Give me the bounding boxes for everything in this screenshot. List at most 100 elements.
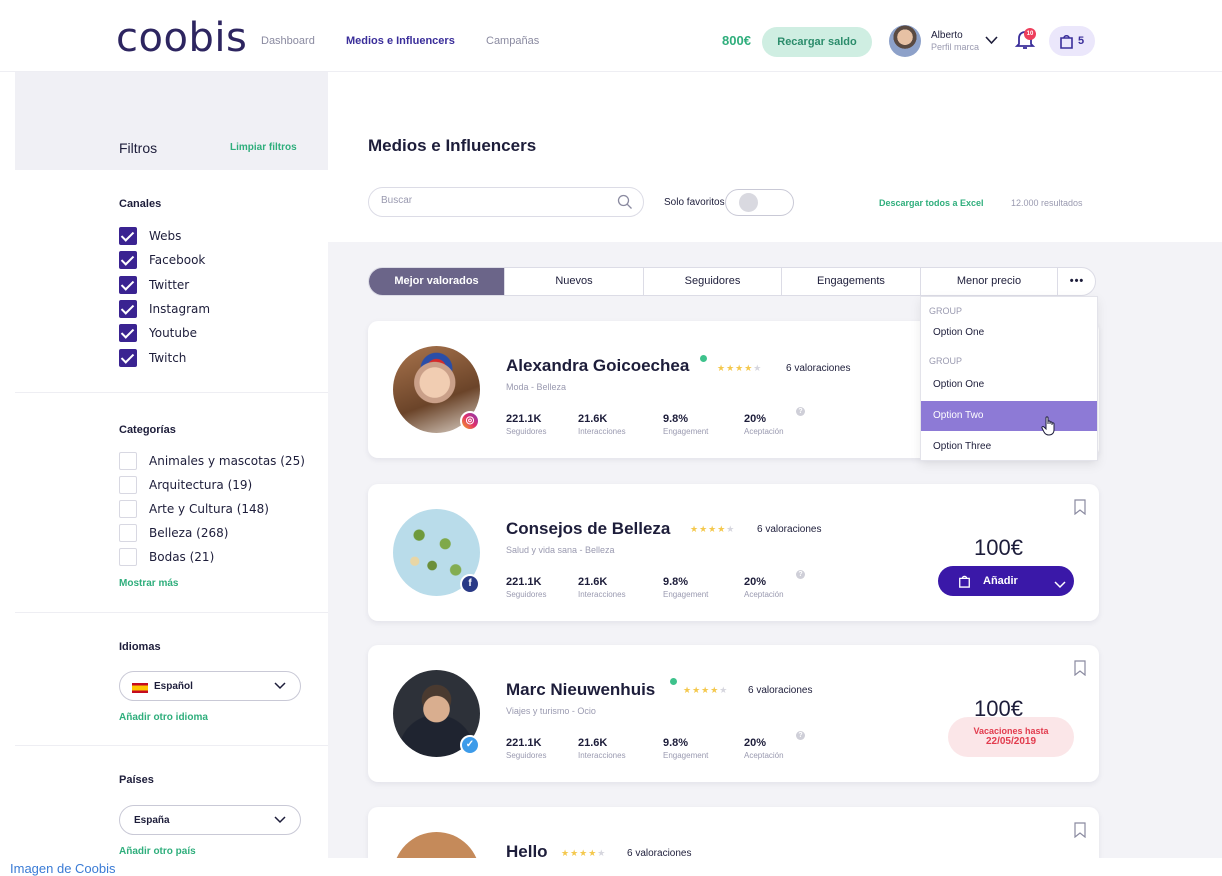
nav-medios-influencers[interactable]: Medios e Influencers [346, 35, 455, 47]
rating-stars: ★★★★★ [690, 524, 736, 534]
top-navigation-bar: coobis Dashboard Medios e Influencers Ca… [0, 0, 1222, 72]
influencer-category: Salud y vida sana - Belleza [506, 545, 615, 555]
toggle-knob [739, 193, 758, 212]
clear-filters-link[interactable]: Limpiar filtros [230, 142, 297, 153]
dropdown-option-highlighted[interactable]: Option Two [921, 401, 1097, 431]
country-select[interactable]: España [119, 805, 301, 835]
influencer-name[interactable]: Consejos de Belleza [506, 519, 670, 539]
add-country-link[interactable]: Añadir otro país [119, 846, 196, 857]
channel-label: Youtube [149, 326, 197, 340]
stat-value: 20% [744, 576, 767, 588]
bookmark-icon[interactable] [1074, 822, 1086, 843]
search-field[interactable] [368, 187, 644, 217]
tab-mejor-valorados[interactable]: Mejor valorados [369, 268, 505, 295]
favorites-toggle[interactable] [725, 189, 794, 216]
chevron-down-icon[interactable] [985, 32, 998, 48]
instagram-icon: ◎ [460, 411, 480, 431]
verified-badge-icon [669, 677, 678, 686]
checkbox-twitter[interactable] [119, 276, 137, 294]
influencer-name[interactable]: Alexandra Goicoechea [506, 356, 689, 376]
bookmark-icon[interactable] [1074, 660, 1086, 681]
rating-stars: ★★★★★ [717, 363, 763, 373]
checkbox-arquitectura[interactable] [119, 476, 137, 494]
countries-title: Países [119, 774, 154, 786]
category-label: Arquitectura (19) [149, 478, 253, 492]
dropdown-option[interactable]: Option One [921, 318, 1097, 348]
dropdown-group-label: GROUP [929, 306, 963, 316]
stat-label: Engagement [663, 751, 709, 760]
stat-label: Engagement [663, 590, 709, 599]
category-label: Animales y mascotas (25) [149, 454, 305, 468]
cart-button[interactable]: 5 [1049, 26, 1095, 56]
info-icon[interactable]: ? [796, 407, 805, 416]
checkbox-twitch[interactable] [119, 349, 137, 367]
chevron-down-icon [274, 813, 286, 827]
sidebar-header-bg [15, 72, 328, 170]
channel-label: Facebook [149, 253, 206, 267]
twitter-icon: ✓ [460, 735, 480, 755]
dropdown-option[interactable]: Option One [921, 370, 1097, 400]
influencer-card[interactable]: Hello ★★★★★ 6 valoraciones [368, 807, 1099, 858]
stat-value: 221.1K [506, 737, 542, 749]
checkbox-belleza[interactable] [119, 524, 137, 542]
channel-label: Twitch [149, 351, 187, 365]
vacation-date: 22/05/2019 [985, 736, 1037, 747]
tab-menor-precio[interactable]: Menor precio [921, 268, 1058, 295]
notification-badge: 10 [1024, 28, 1036, 40]
sort-options-dropdown: GROUP Option One GROUP Option One Option… [920, 296, 1098, 461]
add-label: Añadir [983, 575, 1018, 587]
show-more-link[interactable]: Mostrar más [119, 578, 178, 589]
download-excel-link[interactable]: Descargar todos a Excel [879, 198, 984, 208]
influencer-name[interactable]: Marc Nieuwenhuis [506, 680, 655, 700]
tab-engagements[interactable]: Engagements [782, 268, 921, 295]
bookmark-icon[interactable] [1074, 499, 1086, 520]
influencer-name[interactable]: Hello [506, 842, 548, 858]
image-credit-link[interactable]: Imagen de Coobis [10, 861, 116, 876]
user-name: Alberto [931, 30, 963, 41]
checkbox-youtube[interactable] [119, 324, 137, 342]
stat-value: 221.1K [506, 413, 542, 425]
checkbox-animales[interactable] [119, 452, 137, 470]
influencer-card[interactable]: ✓ Marc Nieuwenhuis ★★★★★ 6 valoraciones … [368, 645, 1099, 782]
ratings-count: 6 valoraciones [748, 685, 813, 696]
tab-more-options[interactable]: ••• [1058, 268, 1095, 295]
search-input[interactable] [381, 195, 601, 206]
dropdown-option[interactable]: Option Three [921, 432, 1097, 462]
stat-value: 21.6K [578, 737, 608, 749]
nav-dashboard[interactable]: Dashboard [261, 35, 315, 47]
category-label: Arte y Cultura (148) [149, 502, 269, 516]
stat-label: Interacciones [578, 427, 626, 436]
add-language-link[interactable]: Añadir otro idioma [119, 712, 208, 723]
recharge-button[interactable]: Recargar saldo [762, 27, 872, 57]
info-icon[interactable]: ? [796, 731, 805, 740]
category-label: Bodas (21) [149, 550, 215, 564]
user-avatar[interactable] [889, 25, 921, 57]
info-icon[interactable]: ? [796, 570, 805, 579]
balance-amount: 800€ [722, 33, 751, 48]
stat-value: 9.8% [663, 737, 689, 749]
stat-value: 221.1K [506, 576, 542, 588]
language-select[interactable]: Español [119, 671, 301, 701]
categories-title: Categorías [119, 424, 176, 436]
search-icon[interactable] [617, 194, 633, 215]
checkbox-facebook[interactable] [119, 251, 137, 269]
influencer-card[interactable]: f Consejos de Belleza ★★★★★ 6 valoracion… [368, 484, 1099, 621]
country-value: España [134, 815, 170, 826]
nav-campanas[interactable]: Campañas [486, 35, 539, 47]
language-value: Español [154, 681, 193, 692]
shopping-bag-icon [959, 575, 970, 588]
stat-label: Aceptación [744, 751, 784, 760]
stat-label: Seguidores [506, 590, 547, 599]
stat-value: 20% [744, 413, 767, 425]
checkbox-webs[interactable] [119, 227, 137, 245]
checkbox-instagram[interactable] [119, 300, 137, 318]
coobis-logo[interactable]: coobis [116, 18, 247, 58]
page-title: Medios e Influencers [368, 136, 537, 155]
favorites-label: Solo favoritos [664, 197, 725, 208]
ratings-count: 6 valoraciones [757, 524, 822, 535]
add-to-cart-button[interactable]: Añadir [938, 566, 1074, 596]
tab-nuevos[interactable]: Nuevos [505, 268, 644, 295]
tab-seguidores[interactable]: Seguidores [644, 268, 782, 295]
checkbox-arte[interactable] [119, 500, 137, 518]
checkbox-bodas[interactable] [119, 548, 137, 566]
